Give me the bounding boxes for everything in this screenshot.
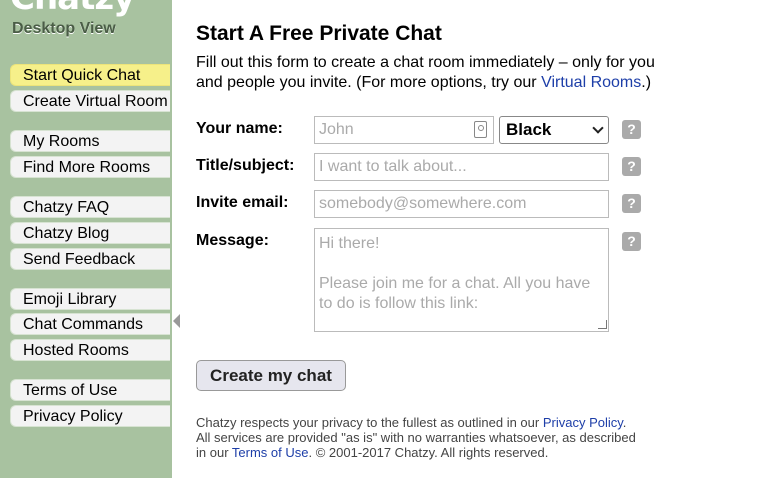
invite-email-input[interactable] (314, 190, 609, 218)
color-select[interactable]: Black (499, 116, 609, 144)
message-input[interactable] (314, 228, 609, 332)
nav-hosted-rooms[interactable]: Hosted Rooms (10, 339, 170, 361)
color-select-value: Black (506, 120, 552, 139)
footer-line1: Chatzy respects your privacy to the full… (196, 415, 543, 430)
create-chat-button[interactable]: Create my chat (196, 360, 346, 391)
chevron-down-icon (592, 122, 604, 134)
nav-find-more-rooms[interactable]: Find More Rooms (10, 156, 170, 178)
virtual-rooms-link[interactable]: Virtual Rooms (541, 74, 641, 91)
logo[interactable]: Chatzy (10, 0, 135, 18)
email-help-icon[interactable]: ? (622, 194, 641, 213)
collapse-sidebar-icon[interactable] (173, 314, 180, 328)
nav-chatzy-faq[interactable]: Chatzy FAQ (10, 196, 170, 218)
privacy-policy-link[interactable]: Privacy Policy (543, 415, 623, 430)
intro-text: Fill out this form to create a chat room… (196, 53, 676, 93)
name-label: Your name: (196, 120, 283, 137)
footer-line2-end: . © 2001-2017 Chatzy. All rights reserve… (308, 445, 549, 460)
page-title: Start A Free Private Chat (196, 22, 442, 45)
nav-terms-of-use[interactable]: Terms of Use (10, 379, 170, 401)
intro-text-end: .) (641, 74, 652, 91)
message-help-icon[interactable]: ? (622, 232, 641, 251)
resize-handle-icon[interactable] (598, 320, 607, 329)
contact-card-icon[interactable] (474, 121, 487, 138)
name-input[interactable] (314, 116, 494, 144)
nav-privacy-policy[interactable]: Privacy Policy (10, 405, 170, 427)
nav-create-virtual-room[interactable]: Create Virtual Room (10, 90, 170, 112)
name-help-icon[interactable]: ? (622, 120, 641, 139)
subject-input[interactable] (314, 153, 609, 181)
nav-emoji-library[interactable]: Emoji Library (10, 288, 170, 310)
subject-help-icon[interactable]: ? (622, 157, 641, 176)
email-label: Invite email: (196, 194, 289, 211)
terms-of-use-link[interactable]: Terms of Use (232, 445, 309, 460)
nav-my-rooms[interactable]: My Rooms (10, 130, 170, 152)
nav-start-quick-chat[interactable]: Start Quick Chat (10, 64, 170, 86)
nav-send-feedback[interactable]: Send Feedback (10, 248, 170, 270)
nav-chat-commands[interactable]: Chat Commands (10, 313, 170, 335)
subject-label: Title/subject: (196, 157, 295, 174)
footer-text: Chatzy respects your privacy to the full… (196, 415, 636, 460)
sidebar: Chatzy Desktop View Start Quick Chat Cre… (0, 0, 172, 478)
nav-chatzy-blog[interactable]: Chatzy Blog (10, 222, 170, 244)
message-label: Message: (196, 232, 269, 249)
desktop-view-label: Desktop View (12, 20, 116, 37)
footer-line1-end: . (622, 415, 627, 430)
